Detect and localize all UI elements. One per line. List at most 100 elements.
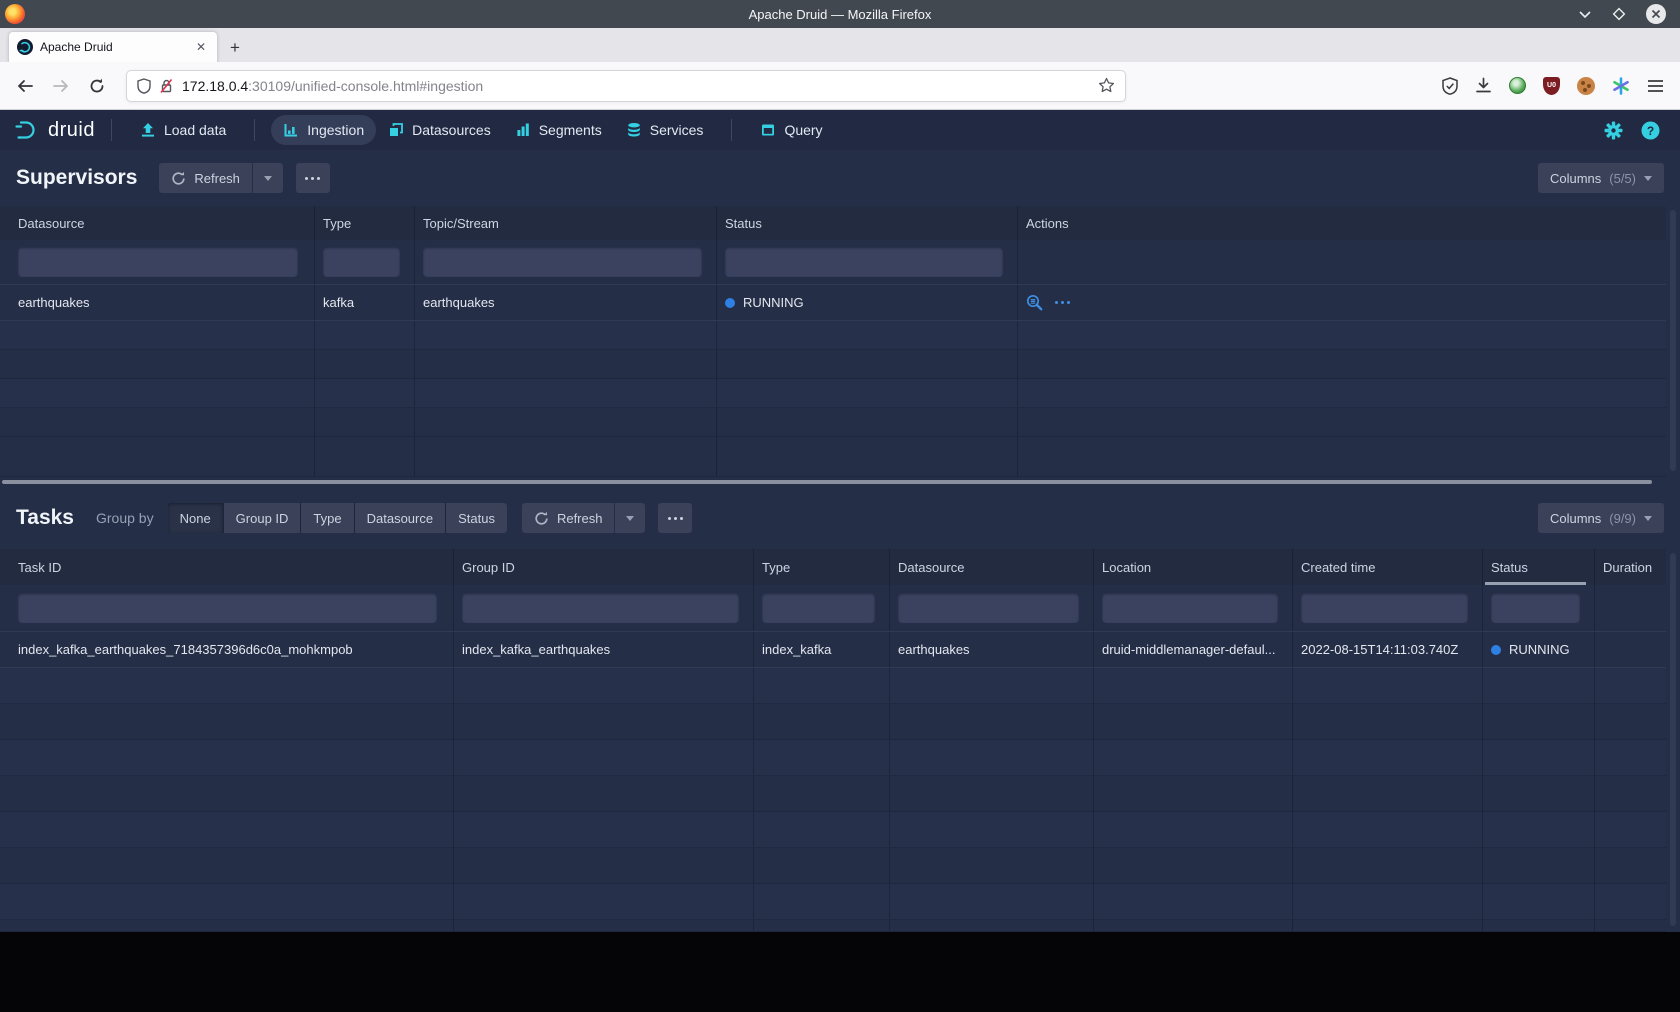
column-header-task-id[interactable]: Task ID [0,549,454,585]
filter-group-id-input[interactable] [462,593,739,623]
help-icon[interactable]: ? [1641,121,1660,140]
empty-row [0,668,1666,704]
task-type: index_kafka [754,632,890,667]
group-by-segment: None Group ID Type Datasource Status [168,503,507,533]
datasources-icon [388,122,404,138]
refresh-label: Refresh [557,511,603,526]
chevron-down-icon [626,516,634,521]
query-icon [760,122,776,138]
supervisors-filter-row [0,240,1666,284]
bookmark-star-icon[interactable] [1098,77,1115,94]
tasks-refresh-button[interactable]: Refresh [522,503,615,533]
filter-datasource-input[interactable] [898,593,1079,623]
window-maximize-icon[interactable] [1612,7,1626,21]
supervisors-more-button[interactable] [296,163,330,193]
privacy-badger-icon[interactable] [1509,77,1526,94]
empty-row [0,740,1666,776]
shield-check-icon[interactable] [1442,77,1458,95]
filter-type-input[interactable] [323,247,400,277]
group-by-type-button[interactable]: Type [301,503,353,533]
task-row-index-kafka-earthquakes[interactable]: index_kafka_earthquakes_7184357396d6c0a_… [0,631,1666,668]
empty-row [0,920,1666,932]
nav-label: Ingestion [307,122,364,138]
download-icon[interactable] [1475,77,1492,94]
row-more-actions-icon[interactable] [1055,301,1070,304]
columns-label: Columns [1550,171,1601,186]
nav-datasources[interactable]: Datasources [376,115,503,145]
empty-row [0,776,1666,812]
filter-status-input[interactable] [725,247,1003,277]
group-by-group-id-button[interactable]: Group ID [224,503,301,533]
tasks-columns-button[interactable]: Columns (9/9) [1538,503,1664,533]
column-header-datasource[interactable]: Datasource [0,206,315,240]
supervisor-type: kafka [315,285,415,320]
tab-close-icon[interactable]: ✕ [193,40,209,54]
ingestion-icon [283,122,299,138]
window-title: Apache Druid — Mozilla Firefox [0,7,1680,22]
more-icon [668,517,683,520]
tasks-more-button[interactable] [658,503,692,533]
column-header-status[interactable]: Status [717,206,1018,240]
filter-task-id-input[interactable] [18,593,437,623]
horizontal-scrollbar[interactable] [0,477,1680,487]
cookie-icon[interactable] [1577,77,1595,95]
tasks-table: Task ID Group ID Type Datasource Locatio… [0,549,1680,932]
svg-text:?: ? [1647,124,1654,138]
load-data-icon [140,122,156,138]
chevron-down-icon [1644,516,1652,521]
supervisors-refresh-caret-button[interactable] [253,163,283,193]
menu-hamburger-icon[interactable] [1647,79,1664,93]
druid-logo[interactable]: druid [14,119,95,142]
column-header-location[interactable]: Location [1094,549,1293,585]
new-tab-button[interactable]: + [218,38,252,62]
insecure-lock-icon[interactable] [159,78,174,94]
column-header-topic-stream[interactable]: Topic/Stream [415,206,717,240]
settings-gear-icon[interactable] [1604,121,1623,140]
group-by-status-button[interactable]: Status [446,503,507,533]
inspect-magnifier-icon[interactable] [1026,294,1043,311]
url-bar[interactable]: 172.18.0.4:30109/unified-console.html#in… [126,70,1126,102]
nav-query[interactable]: Query [748,115,834,145]
column-header-status-sorted[interactable]: Status [1483,549,1595,585]
supervisors-refresh-button[interactable]: Refresh [159,163,252,193]
filter-type-input[interactable] [762,593,875,623]
container-asterisk-icon[interactable] [1612,77,1630,95]
supervisor-row-earthquakes[interactable]: earthquakes kafka earthquakes RUNNING [0,284,1666,321]
forward-button[interactable] [46,71,76,101]
window-minimize-icon[interactable] [1578,9,1592,19]
druid-navbar: druid Load data Ingestion Datasources [0,110,1680,150]
empty-row [0,848,1666,884]
window-close-icon[interactable] [1646,4,1666,24]
supervisors-columns-button[interactable]: Columns (5/5) [1538,163,1664,193]
back-button[interactable] [10,71,40,101]
column-header-duration[interactable]: Duration [1595,549,1666,585]
filter-location-input[interactable] [1102,593,1278,623]
filter-created-time-input[interactable] [1301,593,1468,623]
filter-topic-stream-input[interactable] [423,247,702,277]
reload-button[interactable] [82,71,112,101]
nav-services[interactable]: Services [614,115,716,145]
permissions-shield-icon[interactable] [137,78,151,94]
tasks-filter-row [0,585,1666,631]
column-header-datasource[interactable]: Datasource [890,549,1094,585]
filter-datasource-input[interactable] [18,247,298,277]
column-header-type[interactable]: Type [754,549,890,585]
columns-count: (9/9) [1609,511,1636,526]
filter-status-input[interactable] [1491,593,1580,623]
group-by-none-button[interactable]: None [168,503,223,533]
scrollbar-thumb[interactable] [2,480,1652,484]
tasks-refresh-caret-button[interactable] [615,503,645,533]
tab-apache-druid[interactable]: Apache Druid ✕ [8,31,218,62]
group-by-datasource-button[interactable]: Datasource [355,503,445,533]
nav-load-data[interactable]: Load data [128,115,238,145]
columns-count: (5/5) [1609,171,1636,186]
column-header-type[interactable]: Type [315,206,415,240]
more-icon [305,177,320,180]
refresh-icon [171,171,186,186]
column-header-group-id[interactable]: Group ID [454,549,754,585]
nav-segments[interactable]: Segments [503,115,614,145]
nav-ingestion[interactable]: Ingestion [271,115,376,145]
ublock-origin-icon[interactable]: U0 [1543,77,1560,95]
supervisor-topic: earthquakes [415,285,717,320]
column-header-created-time[interactable]: Created time [1293,549,1483,585]
